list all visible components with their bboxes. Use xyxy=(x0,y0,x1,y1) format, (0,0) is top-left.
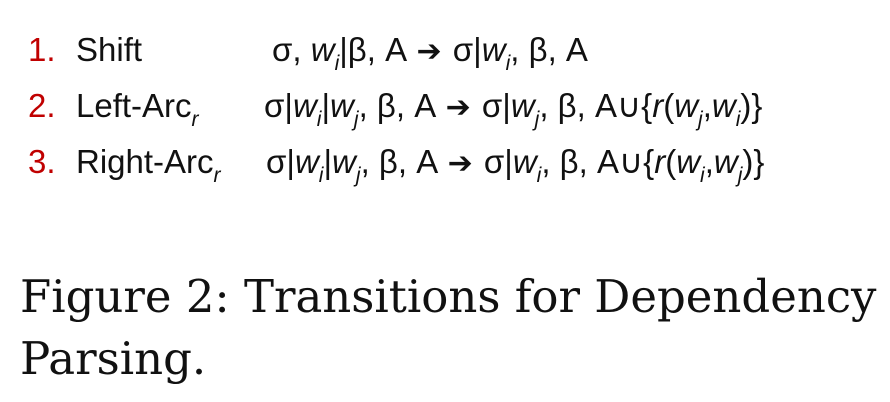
figure-caption: Figure 2: Transitions for Dependency Par… xyxy=(20,270,877,385)
formula-part: ( xyxy=(665,143,677,180)
formula-subscript: i xyxy=(735,108,741,131)
formula-word: w xyxy=(676,143,701,180)
formula-part: , β, A xyxy=(360,143,446,180)
formula-word: w xyxy=(332,143,356,180)
rule-name: Left-Arcr xyxy=(76,78,199,139)
formula-word: w xyxy=(294,143,319,180)
formula-subscript: i xyxy=(505,52,511,75)
formula-word: w xyxy=(292,87,317,124)
transition-arrow-icon: ➔ xyxy=(447,147,473,180)
formula-word: w xyxy=(330,87,354,124)
formula-part: ( xyxy=(663,87,675,124)
formula-word: w xyxy=(310,31,335,68)
formula-relation: r xyxy=(652,87,664,124)
rule-number: 3. xyxy=(28,143,56,180)
rule-name-subscript: r xyxy=(213,164,221,187)
formula-part: |β, A xyxy=(339,31,415,68)
rule-formula: σ|wi|wj, β, A ➔ σ|wi, β, A∪{r(wi,wj)} xyxy=(266,134,764,195)
rule-formula: σ|wi|wj, β, A ➔ σ|wj, β, A∪{r(wj,wi)} xyxy=(264,78,762,139)
formula-part: , xyxy=(704,143,714,180)
rule-left-arc: 2. Left-Arcr σ|wi|wj, β, A ➔ σ|wj, β, A∪… xyxy=(28,78,888,134)
formula-word: w xyxy=(674,87,699,124)
formula-word: w xyxy=(510,87,535,124)
formula-part: | xyxy=(323,143,333,180)
formula-part: , β, A xyxy=(358,87,444,124)
formula-word: w xyxy=(711,87,736,124)
formula-subscript: i xyxy=(334,52,340,75)
rule-name: Shift xyxy=(76,22,142,83)
formula-subscript: i xyxy=(700,164,705,187)
formula-subscript: i xyxy=(316,108,322,131)
formula-part: )} xyxy=(742,143,765,180)
rule-number: 1. xyxy=(28,31,56,68)
formula-part: , β, A∪{ xyxy=(541,143,655,180)
rule-name-subscript: r xyxy=(191,108,199,131)
transition-arrow-icon: ➔ xyxy=(445,91,471,124)
formula-part: σ| xyxy=(472,87,511,124)
formula-subscript: j xyxy=(534,108,540,131)
formula-part: , β, A∪{ xyxy=(539,87,653,124)
formula-part: )} xyxy=(740,87,763,124)
rule-shift: 1. Shift σ, wi|β, A ➔ σ|wi, β, A xyxy=(28,22,888,78)
formula-part: , xyxy=(702,87,712,124)
figure: 1. Shift σ, wi|β, A ➔ σ|wi, β, A 2. Left… xyxy=(0,0,890,402)
formula-part: σ| xyxy=(264,87,293,124)
rule-name: Right-Arcr xyxy=(76,134,221,195)
transition-arrow-icon: ➔ xyxy=(416,35,442,68)
rule-formula: σ, wi|β, A ➔ σ|wi, β, A xyxy=(272,22,588,83)
formula-subscript: j xyxy=(698,108,703,131)
rule-right-arc: 3. Right-Arcr σ|wi|wj, β, A ➔ σ|wi, β, A… xyxy=(28,134,888,190)
rule-name-text: Left-Arc xyxy=(76,87,192,124)
formula-subscript: j xyxy=(353,108,359,131)
transition-rules-list: 1. Shift σ, wi|β, A ➔ σ|wi, β, A 2. Left… xyxy=(28,22,888,190)
formula-part: | xyxy=(321,87,331,124)
formula-part: σ| xyxy=(443,31,482,68)
formula-subscript: j xyxy=(737,164,743,187)
formula-word: w xyxy=(713,143,738,180)
formula-relation: r xyxy=(654,143,666,180)
formula-word: w xyxy=(481,31,506,68)
formula-subscript: j xyxy=(355,164,361,187)
rule-name-text: Shift xyxy=(76,31,143,68)
formula-subscript: i xyxy=(318,164,324,187)
formula-subscript: i xyxy=(536,164,542,187)
formula-part: σ, xyxy=(272,31,311,68)
formula-part: σ| xyxy=(266,143,295,180)
formula-word: w xyxy=(512,143,537,180)
rule-name-text: Right-Arc xyxy=(76,143,214,180)
formula-part: σ| xyxy=(474,143,513,180)
formula-part: , β, A xyxy=(510,31,588,68)
rule-number: 2. xyxy=(28,87,56,124)
